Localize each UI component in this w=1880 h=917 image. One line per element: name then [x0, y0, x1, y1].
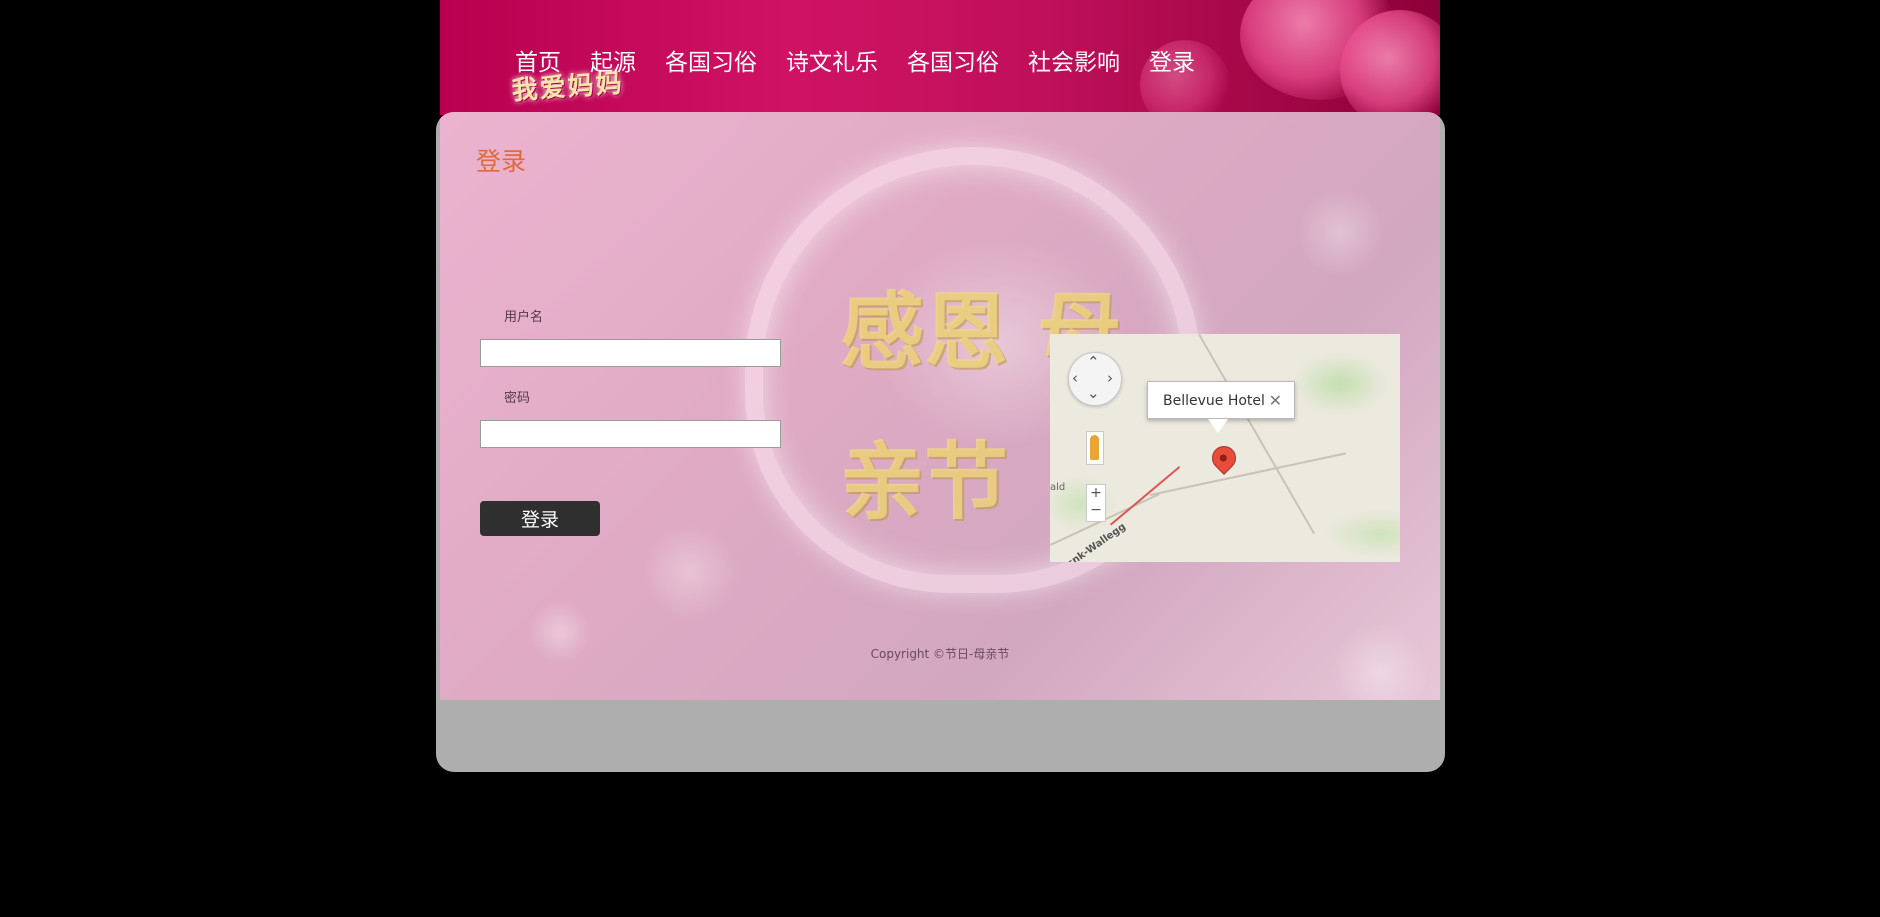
- login-button[interactable]: 登录: [480, 501, 600, 536]
- info-window-tail: [1208, 419, 1228, 433]
- map-marker-icon[interactable]: [1207, 441, 1241, 475]
- username-input[interactable]: [480, 339, 781, 367]
- nav-item-poetry[interactable]: 诗文礼乐: [786, 48, 878, 78]
- password-input[interactable]: [480, 420, 781, 448]
- nav-item-social-impact[interactable]: 社会影响: [1028, 48, 1120, 78]
- header-banner: 我爱妈妈 首页 起源 各国习俗 诗文礼乐 各国习俗 社会影响 登录: [440, 0, 1440, 115]
- main-container: 感恩 母亲节 登录 用户名 密码 登录 ⌃ ⌄ ‹ › + − Bellevue…: [436, 112, 1445, 772]
- page-title: 登录: [476, 147, 527, 176]
- map-road: [1198, 334, 1315, 535]
- map-route: [1110, 466, 1181, 526]
- map-place-label: ald: [1050, 482, 1066, 493]
- username-label: 用户名: [504, 310, 544, 325]
- map-widget[interactable]: ⌃ ⌄ ‹ › + − Bellevue Hotel ✕ ald Fcnk-Wa…: [1050, 334, 1400, 562]
- pan-up-icon[interactable]: ⌃: [1087, 355, 1100, 370]
- password-label: 密码: [504, 391, 531, 406]
- nav-item-customs[interactable]: 各国习俗: [665, 48, 757, 78]
- nav-item-login[interactable]: 登录: [1149, 48, 1195, 78]
- map-road: [1150, 452, 1347, 496]
- nav-item-customs-2[interactable]: 各国习俗: [907, 48, 999, 78]
- content-area: 感恩 母亲节 登录 用户名 密码 登录 ⌃ ⌄ ‹ › + − Bellevue…: [440, 112, 1440, 700]
- nav-item-origin[interactable]: 起源: [590, 48, 636, 78]
- pan-right-icon[interactable]: ›: [1107, 371, 1113, 386]
- main-nav: 首页 起源 各国习俗 诗文礼乐 各国习俗 社会影响 登录: [515, 48, 1224, 78]
- pan-down-icon[interactable]: ⌄: [1087, 386, 1100, 401]
- street-view-pegman-icon[interactable]: [1086, 431, 1104, 465]
- close-icon[interactable]: ✕: [1269, 382, 1282, 420]
- map-info-window: Bellevue Hotel ✕: [1147, 381, 1295, 433]
- zoom-control: + −: [1086, 484, 1106, 522]
- info-window-title: Bellevue Hotel: [1163, 393, 1265, 409]
- zoom-out-button[interactable]: −: [1087, 502, 1105, 519]
- nav-item-home[interactable]: 首页: [515, 48, 561, 78]
- map-road-label: Fcnk-Wallegg: [1059, 521, 1128, 562]
- pan-control[interactable]: ⌃ ⌄ ‹ ›: [1068, 352, 1122, 406]
- pan-left-icon[interactable]: ‹: [1072, 371, 1078, 386]
- copyright-footer: Copyright ©节日-母亲节: [870, 647, 1010, 661]
- zoom-in-button[interactable]: +: [1087, 485, 1105, 502]
